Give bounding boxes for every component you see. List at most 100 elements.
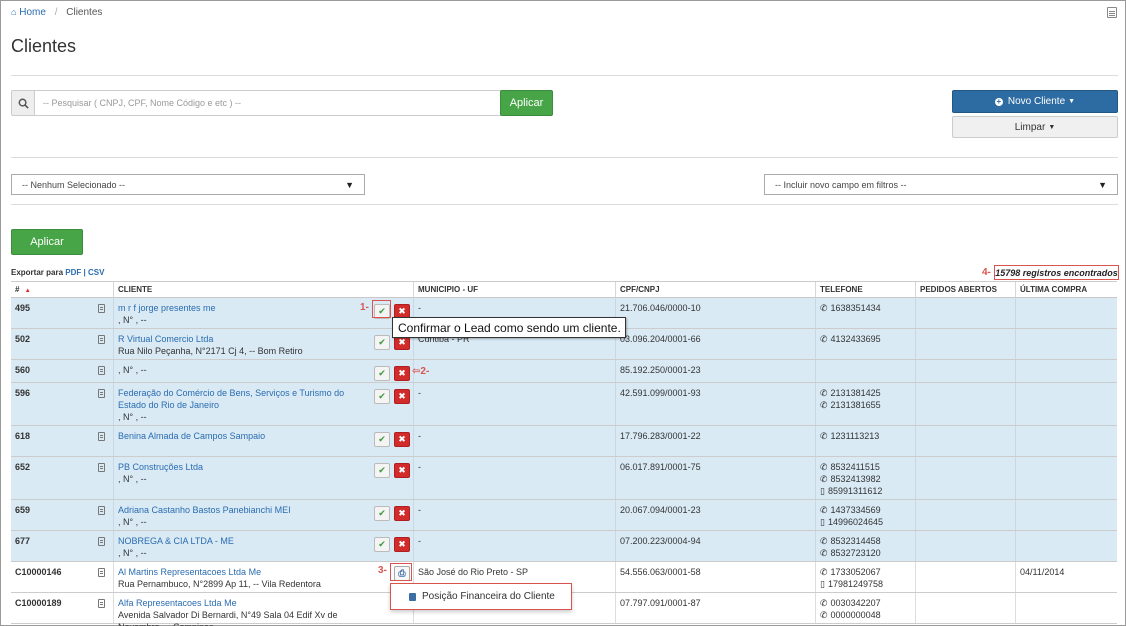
row-id: 659 — [15, 505, 31, 515]
client-name-link[interactable]: Benina Almada de Campos Sampaio — [118, 430, 373, 442]
column-header-municipio[interactable]: MUNICIPIO - UF — [413, 282, 615, 298]
client-name-link[interactable]: Adriana Castanho Bastos Panebianchi MEI — [118, 504, 373, 516]
cell-compra — [1015, 531, 1117, 561]
check-icon: ✔ — [378, 391, 386, 401]
cell-pedidos — [915, 457, 1015, 499]
client-address: , N° , -- — [118, 365, 147, 375]
export-pdf-link[interactable]: PDF — [65, 268, 81, 277]
client-name-link[interactable]: m r f jorge presentes me — [118, 302, 373, 314]
confirm-lead-button[interactable]: ✔ — [374, 335, 390, 350]
home-icon: ⌂ — [11, 7, 17, 17]
export-separator: | — [83, 268, 86, 277]
filter-field-value: -- Nenhum Selecionado -- — [22, 179, 126, 190]
column-header-id[interactable]: # ▲ — [11, 282, 113, 298]
export-links: Exportar para PDF | CSV — [11, 268, 104, 277]
document-icon[interactable] — [98, 389, 105, 398]
breadcrumb: ⌂ Home / Clientes — [11, 7, 102, 18]
breadcrumb-current: Clientes — [66, 7, 103, 18]
add-filter-select[interactable]: -- Incluir novo campo em filtros -- ▼ — [764, 174, 1118, 195]
cell-compra — [1015, 298, 1117, 328]
annotation-3-highlight — [390, 563, 412, 581]
phone-entry: ✆ 4132433695 — [820, 333, 915, 345]
document-icon[interactable] — [98, 304, 105, 313]
cell-municipio: - — [413, 500, 615, 530]
breadcrumb-home-link[interactable]: Home — [19, 7, 46, 18]
document-icon[interactable] — [98, 599, 105, 608]
document-icon[interactable] — [98, 568, 105, 577]
search-apply-button[interactable]: Aplicar — [500, 90, 553, 116]
cell-municipio: - — [413, 457, 615, 499]
phone-entry: ✆ 1231113213 — [820, 430, 915, 442]
client-name-link[interactable]: Alfa Representacoes Ltda Me — [118, 597, 373, 609]
client-name-link[interactable]: R Virtual Comercio Ltda — [118, 333, 373, 345]
column-header-cpf[interactable]: CPF/CNPJ — [615, 282, 815, 298]
cell-cpf: 06.017.891/0001-75 — [615, 457, 815, 499]
row-cpf: 54.556.063/0001-58 — [620, 567, 701, 577]
phone-entry: ✆ 8532411515 — [820, 461, 915, 473]
export-csv-link[interactable]: CSV — [88, 268, 104, 277]
row-municipio: - — [418, 431, 421, 441]
phone-icon: ✆ — [820, 536, 828, 546]
column-header-pedidos[interactable]: PEDIDOS ABERTOS — [915, 282, 1015, 298]
row-cpf: 42.591.099/0001-93 — [620, 388, 701, 398]
check-icon: ✔ — [378, 337, 386, 347]
cell-id: 677 — [11, 531, 113, 561]
cell-id: 652 — [11, 457, 113, 499]
cell-cliente: PB Construções Ltda, N° , -- ✔ ✖ — [113, 457, 413, 499]
document-icon[interactable] — [98, 506, 105, 515]
client-name-link[interactable]: NOBREGA & CIA LTDA - ME — [118, 535, 373, 547]
column-header-compra[interactable]: ÚLTIMA COMPRA — [1015, 282, 1117, 298]
delete-lead-button[interactable]: ✖ — [394, 389, 410, 404]
apply-filters-button[interactable]: Aplicar — [11, 229, 83, 255]
clear-button[interactable]: Limpar ▼ — [952, 116, 1118, 138]
cell-compra — [1015, 500, 1117, 530]
document-icon[interactable] — [98, 463, 105, 472]
delete-lead-button[interactable]: ✖ — [394, 537, 410, 552]
client-address: , N° , -- — [118, 412, 147, 422]
mobile-icon: ▯ — [820, 579, 825, 589]
row-cpf: 07.797.091/0001-87 — [620, 598, 701, 608]
caret-down-icon: ▼ — [345, 179, 354, 190]
confirm-lead-button[interactable]: ✔ — [374, 389, 390, 404]
column-header-cliente[interactable]: CLIENTE — [113, 282, 413, 298]
search-input[interactable] — [34, 90, 501, 116]
cell-cliente: Al Martins Representacoes Ltda Me Rua Per… — [113, 562, 413, 592]
phone-icon: ✆ — [820, 388, 828, 398]
document-icon[interactable] — [98, 335, 105, 344]
confirm-lead-button[interactable]: ✔ — [374, 432, 390, 447]
delete-lead-button[interactable]: ✖ — [394, 366, 410, 381]
client-name-link[interactable]: Al Martins Representacoes Ltda Me — [118, 566, 373, 578]
new-client-button[interactable]: + Novo Cliente ▼ — [952, 90, 1118, 113]
row-id: 652 — [15, 462, 31, 472]
delete-lead-button[interactable]: ✖ — [394, 506, 410, 521]
client-address: Rua Nilo Peçanha, N°2171 Cj 4, -- Bom Re… — [118, 346, 303, 356]
confirm-lead-button[interactable]: ✔ — [374, 366, 390, 381]
filter-field-select[interactable]: -- Nenhum Selecionado -- ▼ — [11, 174, 365, 195]
cell-cpf: 85.192.250/0001-23 — [615, 360, 815, 382]
cell-telefone: ✆ 8532314458 ✆ 8532723120 — [815, 531, 915, 561]
column-header-telefone[interactable]: TELEFONE — [815, 282, 915, 298]
phone-number: 17981249758 — [827, 579, 884, 589]
client-name-link[interactable]: PB Construções Ltda — [118, 461, 373, 473]
cell-telefone: ✆ 1437334569 ▯ 14996024645 — [815, 500, 915, 530]
confirm-lead-button[interactable]: ✔ — [374, 537, 390, 552]
document-icon[interactable] — [98, 366, 105, 375]
plus-circle-icon: + — [994, 96, 1003, 106]
document-icon[interactable] — [98, 432, 105, 441]
delete-lead-button[interactable]: ✖ — [394, 463, 410, 478]
financial-position-menu-item[interactable]: Posição Financeira do Cliente — [390, 583, 572, 610]
document-icon[interactable] — [1107, 7, 1117, 18]
confirm-lead-button[interactable]: ✔ — [374, 463, 390, 478]
row-id: 560 — [15, 365, 31, 375]
phone-icon: ✆ — [820, 431, 828, 441]
cell-municipio: - — [413, 383, 615, 425]
phone-entry: ✆ 0030342207 — [820, 597, 915, 609]
clear-label: Limpar — [1014, 121, 1046, 133]
phone-entry: ▯ 85991311612 — [820, 485, 915, 497]
delete-lead-button[interactable]: ✖ — [394, 432, 410, 447]
confirm-lead-button[interactable]: ✔ — [374, 506, 390, 521]
phone-entry: ✆ 1437334569 — [820, 504, 915, 516]
client-name-link[interactable]: Federação do Comércio de Bens, Serviços … — [118, 387, 373, 411]
document-icon[interactable] — [98, 537, 105, 546]
cell-municipio — [413, 360, 615, 382]
